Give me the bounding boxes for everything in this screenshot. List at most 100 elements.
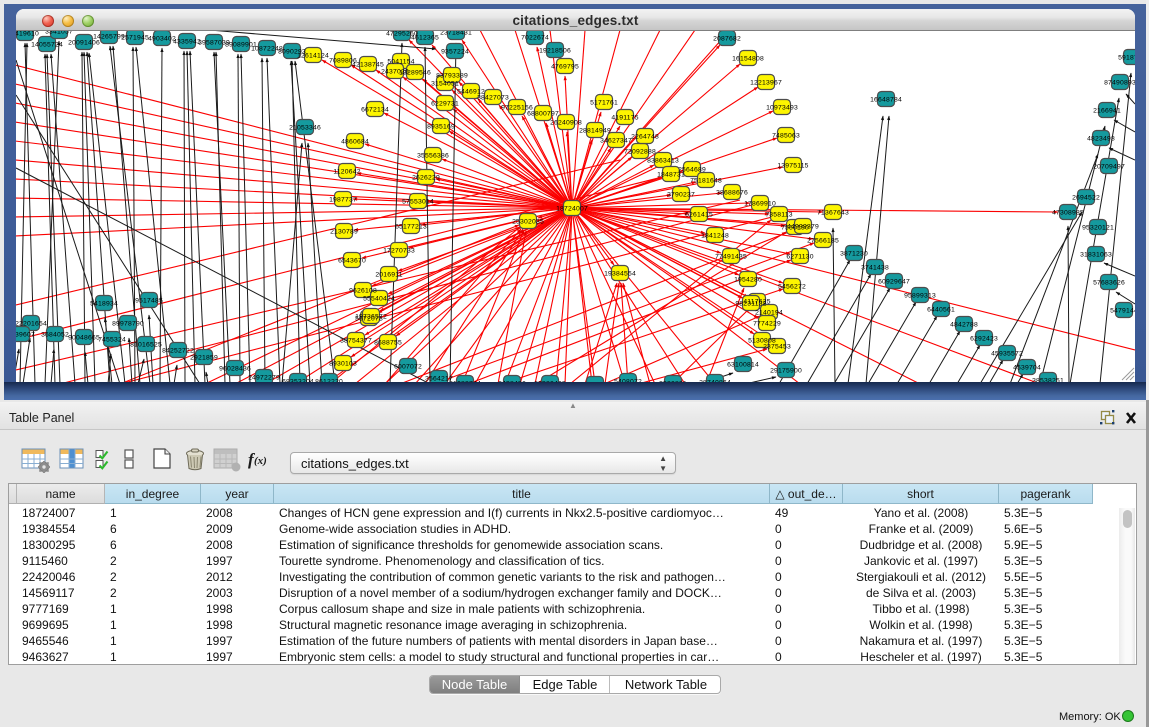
svg-text:44999379: 44999379 — [787, 224, 819, 231]
svg-text:4612365: 4612365 — [411, 35, 439, 42]
svg-text:10973493: 10973493 — [766, 105, 798, 112]
svg-text:2375453: 2375453 — [763, 344, 791, 351]
svg-text:31831063: 31831063 — [1080, 252, 1112, 259]
svg-text:19289546: 19289546 — [399, 70, 431, 77]
svg-text:7358113: 7358113 — [765, 212, 792, 219]
svg-text:17869910: 17869910 — [744, 201, 776, 208]
svg-text:57553014: 57553014 — [402, 199, 434, 206]
svg-text:89978790: 89978790 — [112, 321, 144, 328]
svg-text:28740864: 28740864 — [699, 380, 731, 383]
svg-text:22201654: 22201654 — [16, 321, 47, 328]
svg-text:88320463: 88320463 — [534, 381, 566, 383]
svg-text:45935572: 45935572 — [991, 351, 1023, 358]
svg-text:25302035: 25302035 — [512, 219, 544, 226]
svg-text:1120642: 1120642 — [333, 169, 360, 176]
svg-text:26240908: 26240908 — [550, 120, 582, 127]
svg-text:71367643: 71367643 — [817, 210, 849, 217]
svg-text:12614124: 12614124 — [297, 53, 329, 60]
svg-text:3741438: 3741438 — [861, 265, 889, 272]
svg-text:38688676: 38688676 — [716, 190, 748, 197]
svg-text:95899313: 95899313 — [904, 293, 936, 300]
svg-text:21053346: 21053346 — [289, 125, 321, 132]
svg-text:8930103: 8930103 — [329, 361, 357, 368]
svg-text:2626229: 2626229 — [412, 175, 440, 182]
svg-text:75181648: 75181648 — [690, 178, 722, 185]
svg-text:68800797: 68800797 — [527, 111, 559, 118]
svg-text:77491435: 77491435 — [715, 254, 747, 261]
svg-text:20709497: 20709497 — [1093, 164, 1125, 171]
svg-text:2130789: 2130789 — [330, 229, 358, 236]
svg-text:2564689: 2564689 — [678, 167, 706, 174]
svg-text:3790237: 3790237 — [667, 192, 695, 199]
svg-text:5041154: 5041154 — [387, 59, 414, 66]
svg-text:9626108: 9626108 — [349, 288, 377, 295]
svg-text:3684052: 3684052 — [41, 332, 69, 339]
svg-text:6672134: 6672134 — [361, 107, 389, 114]
svg-text:98231132: 98231132 — [735, 301, 766, 308]
svg-text:(x): (x) — [254, 455, 267, 467]
svg-text:4823498: 4823498 — [1087, 136, 1115, 143]
svg-text:29175900: 29175900 — [770, 368, 802, 375]
svg-text:38754377: 38754377 — [340, 338, 372, 345]
svg-text:81016525: 81016525 — [130, 342, 162, 349]
svg-text:2087682: 2087682 — [713, 36, 741, 43]
svg-text:19384554: 19384554 — [604, 271, 636, 278]
svg-text:4191175: 4191175 — [611, 115, 638, 122]
svg-text:7774229: 7774229 — [753, 321, 781, 328]
svg-text:3341057: 3341057 — [45, 31, 73, 36]
svg-text:5479144: 5479144 — [1110, 308, 1135, 315]
svg-text:31682744: 31682744 — [449, 381, 481, 383]
svg-text:6271130: 6271130 — [786, 254, 813, 261]
svg-text:6261415: 6261415 — [685, 212, 713, 219]
svg-text:16648784: 16648784 — [870, 97, 902, 104]
svg-text:84252722: 84252722 — [162, 348, 194, 355]
svg-text:6007072: 6007072 — [394, 364, 422, 371]
svg-text:7455324: 7455324 — [98, 337, 126, 344]
svg-text:83863413: 83863413 — [647, 158, 679, 165]
svg-text:72092888: 72092888 — [624, 149, 656, 156]
svg-text:23718431: 23718431 — [440, 31, 472, 37]
svg-text:3320821: 3320821 — [659, 381, 687, 383]
svg-text:2839607: 2839607 — [16, 332, 35, 339]
svg-text:4842788: 4842788 — [950, 322, 978, 329]
svg-text:18724007: 18724007 — [556, 206, 588, 213]
svg-text:34627347: 34627347 — [600, 138, 632, 145]
svg-text:2921859: 2921859 — [190, 355, 218, 362]
svg-text:2264748: 2264748 — [631, 134, 659, 141]
svg-text:1419610: 1419610 — [16, 31, 39, 38]
svg-text:27566185: 27566185 — [807, 238, 839, 245]
svg-text:3871230: 3871230 — [840, 251, 868, 258]
svg-text:16154808: 16154808 — [732, 56, 764, 63]
svg-text:5418934: 5418934 — [90, 301, 118, 308]
svg-text:87490893: 87490893 — [1104, 80, 1135, 87]
svg-text:1841248: 1841248 — [701, 233, 729, 240]
svg-text:5456272: 5456272 — [778, 284, 806, 291]
svg-text:2571945: 2571945 — [121, 35, 149, 42]
svg-text:4860684: 4860684 — [341, 139, 369, 146]
svg-text:17270733: 17270733 — [383, 248, 415, 255]
svg-text:6440561: 6440561 — [927, 307, 955, 314]
svg-text:1954280: 1954280 — [734, 277, 762, 284]
svg-text:95320121: 95320121 — [1082, 225, 1114, 232]
svg-text:42138745: 42138745 — [352, 62, 384, 69]
svg-text:2694522: 2694522 — [1072, 195, 1100, 202]
svg-text:57683626: 57683626 — [1093, 280, 1125, 287]
svg-text:6543670: 6543670 — [338, 258, 366, 265]
svg-text:58586340: 58586340 — [579, 382, 611, 383]
svg-text:7485063: 7485063 — [772, 133, 800, 140]
svg-text:13975115: 13975115 — [777, 163, 808, 170]
svg-text:8688755: 8688755 — [374, 340, 402, 347]
svg-text:4335942: 4335942 — [173, 39, 201, 46]
svg-text:9357224: 9357224 — [441, 49, 469, 56]
svg-text:6229731: 6229731 — [431, 101, 459, 108]
svg-text:20091406: 20091406 — [68, 40, 100, 47]
svg-text:1987737: 1987737 — [329, 197, 357, 204]
svg-text:8612220: 8612220 — [315, 379, 343, 383]
svg-text:55540424: 55540424 — [363, 296, 395, 303]
svg-text:2166941: 2166941 — [1093, 108, 1121, 115]
svg-text:5918715: 5918715 — [1118, 55, 1135, 62]
svg-text:35556386: 35556386 — [417, 153, 449, 160]
svg-text:28814949: 28814949 — [579, 128, 611, 135]
svg-text:2016911: 2016911 — [375, 272, 402, 279]
svg-text:68353204: 68353204 — [282, 379, 314, 383]
